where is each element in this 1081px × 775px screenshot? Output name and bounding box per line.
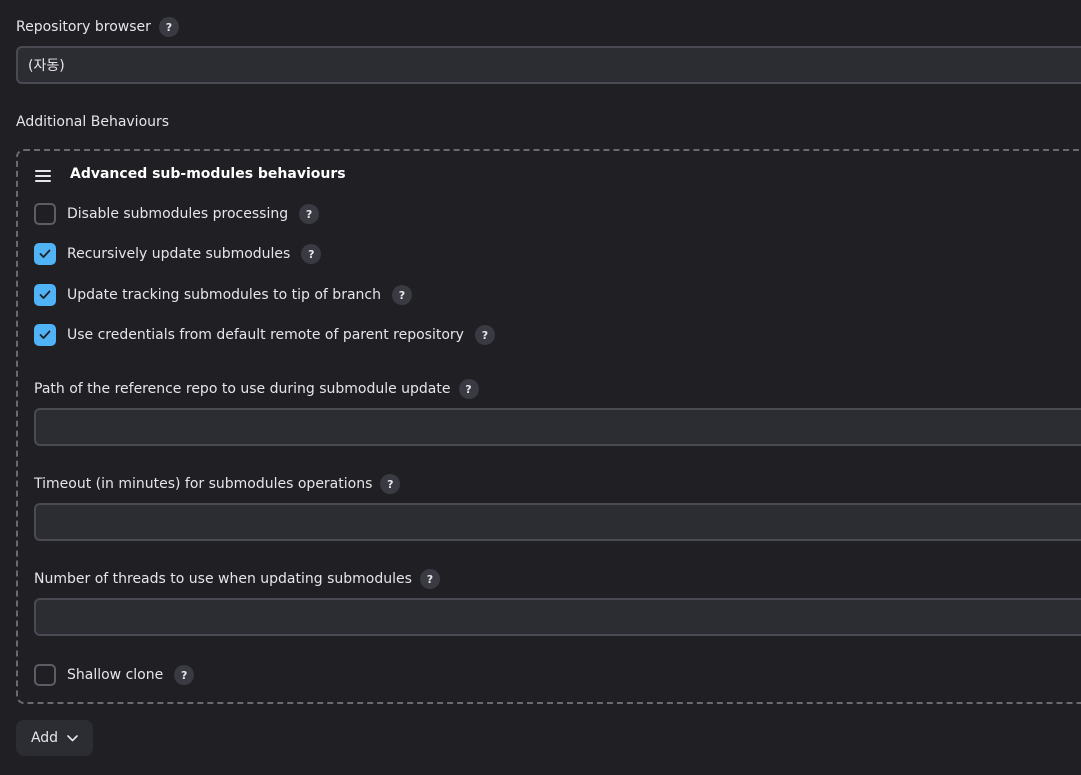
help-icon[interactable]: ? xyxy=(474,325,495,345)
help-icon[interactable]: ? xyxy=(158,17,179,37)
disable-submodules-checkbox[interactable] xyxy=(34,203,56,225)
recursive-update-checkbox[interactable] xyxy=(34,243,56,265)
additional-behaviours-label: Additional Behaviours xyxy=(16,114,170,130)
add-button[interactable]: Add xyxy=(16,720,93,756)
repository-browser-label: Repository browser xyxy=(16,19,151,35)
page: Repository browser ? (자동) Additional Beh… xyxy=(0,0,1081,775)
help-icon[interactable]: ? xyxy=(458,379,479,399)
checkbox-row-tracking-submodules: Update tracking submodules to tip of bra… xyxy=(34,284,412,306)
checkbox-label: Recursively update submodules xyxy=(67,246,291,262)
checkbox-row-shallow-clone: Shallow clone ? xyxy=(34,664,195,686)
checkbox-label: Disable submodules processing xyxy=(67,206,289,222)
timeout-input[interactable] xyxy=(34,503,1081,541)
repository-browser-value: (자동) xyxy=(28,58,65,74)
checkbox-row-parent-credentials: Use credentials from default remote of p… xyxy=(34,324,495,346)
check-icon xyxy=(39,249,51,258)
checkbox-row-disable-submodules: Disable submodules processing ? xyxy=(34,203,320,225)
checkbox-label: Update tracking submodules to tip of bra… xyxy=(67,287,381,303)
reference-repo-label: Path of the reference repo to use during… xyxy=(34,381,451,397)
help-icon[interactable]: ? xyxy=(174,665,195,685)
repository-browser-select[interactable]: (자동) xyxy=(16,46,1081,84)
checkbox-label: Shallow clone xyxy=(67,667,164,683)
check-icon xyxy=(39,290,51,299)
drag-handle-icon[interactable] xyxy=(35,170,51,182)
parent-credentials-checkbox[interactable] xyxy=(34,324,56,346)
shallow-clone-checkbox[interactable] xyxy=(34,664,56,686)
threads-label: Number of threads to use when updating s… xyxy=(34,571,412,587)
help-icon[interactable]: ? xyxy=(380,474,401,494)
help-icon[interactable]: ? xyxy=(301,244,322,264)
chevron-down-icon xyxy=(67,734,78,741)
reference-repo-label-row: Path of the reference repo to use during… xyxy=(34,379,479,399)
tracking-submodules-checkbox[interactable] xyxy=(34,284,56,306)
help-icon[interactable]: ? xyxy=(299,204,320,224)
checkbox-row-recursive-update: Recursively update submodules ? xyxy=(34,243,322,265)
add-button-label: Add xyxy=(30,730,59,746)
threads-input[interactable] xyxy=(34,598,1081,636)
help-icon[interactable]: ? xyxy=(391,285,412,305)
additional-behaviours-label-row: Additional Behaviours xyxy=(16,114,169,130)
timeout-label-row: Timeout (in minutes) for submodules oper… xyxy=(34,474,401,494)
repository-browser-label-row: Repository browser ? xyxy=(16,17,179,37)
section-title: Advanced sub-modules behaviours xyxy=(70,166,346,182)
reference-repo-input[interactable] xyxy=(34,408,1081,446)
help-icon[interactable]: ? xyxy=(419,569,440,589)
checkbox-label: Use credentials from default remote of p… xyxy=(67,327,464,343)
check-icon xyxy=(39,330,51,339)
threads-label-row: Number of threads to use when updating s… xyxy=(34,569,440,589)
timeout-label: Timeout (in minutes) for submodules oper… xyxy=(34,476,373,492)
